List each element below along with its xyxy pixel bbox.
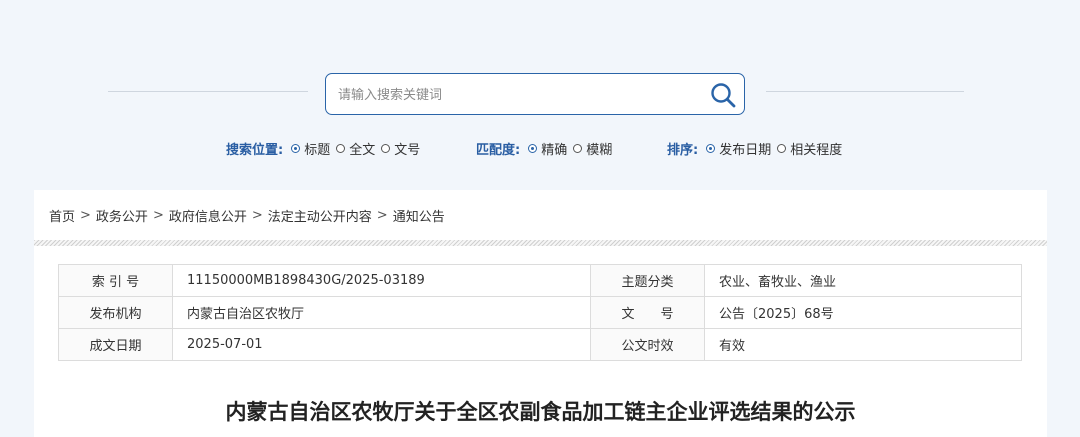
search-icon[interactable] bbox=[709, 81, 737, 109]
meta-value: 公告〔2025〕68号 bbox=[704, 296, 1022, 329]
meta-key: 主题分类 bbox=[590, 264, 705, 297]
search-divider-right bbox=[766, 91, 964, 92]
meta-value: 内蒙古自治区农牧厅 bbox=[172, 296, 591, 329]
chevron-right-icon: > bbox=[152, 207, 164, 223]
breadcrumb-gov-affairs[interactable]: 政务公开 bbox=[96, 206, 148, 225]
position-option-title[interactable]: 标题 bbox=[291, 139, 330, 158]
search-input[interactable] bbox=[336, 83, 700, 107]
search-position-group: 搜索位置: 标题 全文 文号 bbox=[226, 138, 426, 158]
radio-icon[interactable] bbox=[336, 143, 346, 153]
position-option-docno[interactable]: 文号 bbox=[381, 139, 420, 158]
sort-group: 排序: 发布日期 相关程度 bbox=[667, 138, 848, 158]
position-option-fulltext[interactable]: 全文 bbox=[336, 139, 375, 158]
radio-selected-icon[interactable] bbox=[706, 143, 716, 153]
sort-option-date[interactable]: 发布日期 bbox=[706, 139, 771, 158]
table-row: 发布机构 内蒙古自治区农牧厅 文 号 公告〔2025〕68号 bbox=[58, 296, 1022, 329]
meta-value: 农业、畜牧业、渔业 bbox=[704, 264, 1022, 297]
match-option-fuzzy[interactable]: 模糊 bbox=[573, 139, 612, 158]
radio-selected-icon[interactable] bbox=[291, 143, 301, 153]
radio-icon[interactable] bbox=[381, 143, 391, 153]
table-row: 索 引 号 11150000MB1898430G/2025-03189 主题分类… bbox=[58, 264, 1022, 297]
meta-key: 索 引 号 bbox=[58, 264, 173, 297]
meta-value: 2025-07-01 bbox=[172, 328, 591, 361]
chevron-right-icon: > bbox=[251, 207, 263, 223]
breadcrumb: 首页 > 政务公开 > 政府信息公开 > 法定主动公开内容 > 通知公告 bbox=[34, 190, 1047, 240]
sort-option-relevance[interactable]: 相关程度 bbox=[777, 139, 842, 158]
meta-key: 公文时效 bbox=[590, 328, 705, 361]
table-row: 成文日期 2025-07-01 公文时效 有效 bbox=[58, 328, 1022, 361]
search-position-label: 搜索位置: bbox=[226, 142, 284, 158]
match-option-exact[interactable]: 精确 bbox=[528, 139, 567, 158]
meta-key: 成文日期 bbox=[58, 328, 173, 361]
meta-value: 11150000MB1898430G/2025-03189 bbox=[172, 264, 591, 297]
article-content: 索 引 号 11150000MB1898430G/2025-03189 主题分类… bbox=[34, 246, 1047, 437]
radio-selected-icon[interactable] bbox=[528, 143, 538, 153]
search-divider-left bbox=[108, 91, 308, 92]
document-meta-table: 索 引 号 11150000MB1898430G/2025-03189 主题分类… bbox=[58, 264, 1022, 361]
breadcrumb-notices[interactable]: 通知公告 bbox=[393, 206, 445, 225]
meta-key: 发布机构 bbox=[58, 296, 173, 329]
breadcrumb-gov-info[interactable]: 政府信息公开 bbox=[169, 206, 247, 225]
chevron-right-icon: > bbox=[376, 207, 388, 223]
match-label: 匹配度: bbox=[476, 142, 521, 158]
radio-icon[interactable] bbox=[573, 143, 583, 153]
search-box bbox=[325, 73, 745, 115]
radio-icon[interactable] bbox=[777, 143, 787, 153]
match-group: 匹配度: 精确 模糊 bbox=[476, 138, 618, 158]
breadcrumb-home[interactable]: 首页 bbox=[49, 206, 75, 225]
document-title: 内蒙古自治区农牧厅关于全区农副食品加工链主企业评选结果的公示 bbox=[225, 400, 856, 424]
meta-key: 文 号 bbox=[590, 296, 705, 329]
breadcrumb-statutory[interactable]: 法定主动公开内容 bbox=[268, 206, 372, 225]
sort-label: 排序: bbox=[667, 142, 699, 158]
chevron-right-icon: > bbox=[80, 207, 91, 223]
meta-value: 有效 bbox=[704, 328, 1022, 361]
